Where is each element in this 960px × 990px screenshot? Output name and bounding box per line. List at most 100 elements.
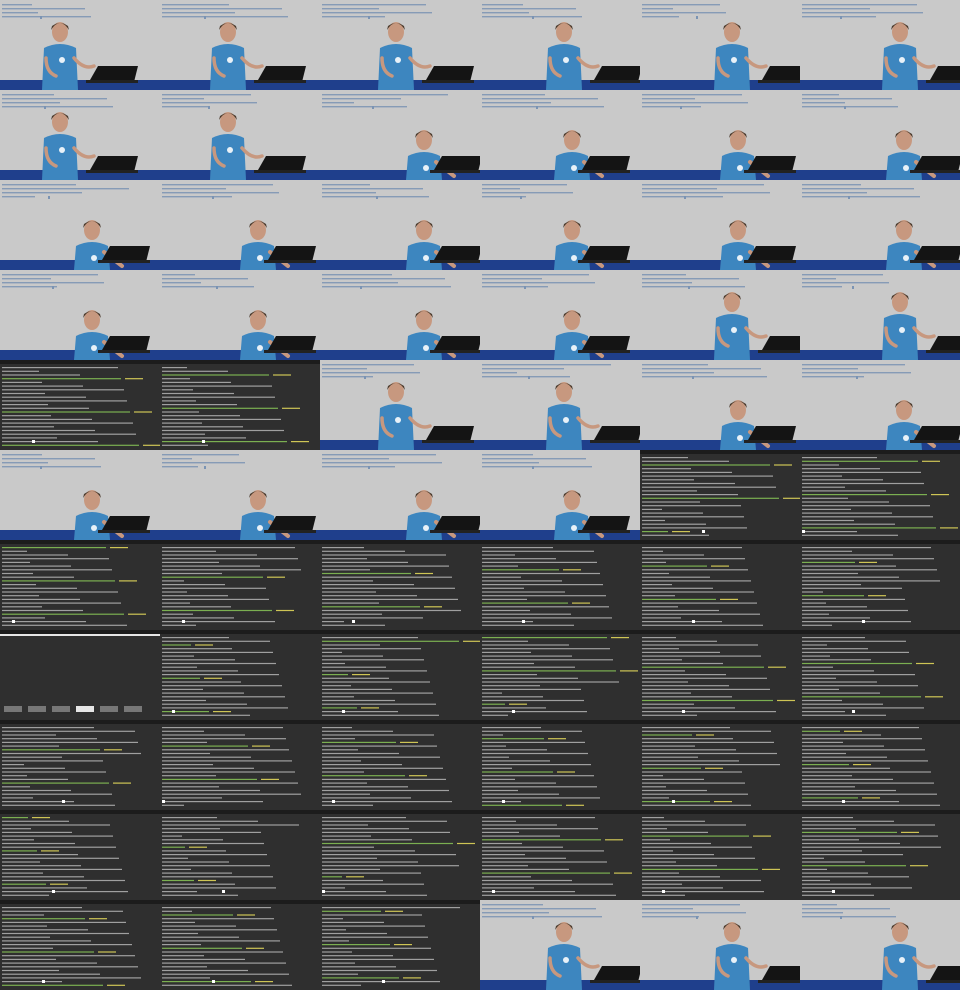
terminal-text-line	[802, 550, 852, 552]
screen-text-line	[482, 908, 596, 910]
terminal-text-line	[642, 550, 663, 552]
terminal-text-line	[482, 670, 616, 672]
terminal-text-line	[162, 861, 229, 863]
laptop	[914, 156, 960, 172]
terminal-titlebar	[320, 900, 480, 904]
terminal-titlebar	[160, 540, 320, 544]
laptop-base	[430, 350, 480, 353]
shirt-logo	[257, 345, 263, 351]
screen-text-line	[2, 102, 60, 104]
terminal-text-line	[162, 659, 235, 661]
terminal-text-line	[162, 400, 196, 402]
terminal-text-line	[322, 714, 439, 716]
terminal-text-line	[322, 925, 425, 927]
terminal-highlight	[844, 730, 862, 732]
video-frame-thumbnail	[160, 540, 320, 630]
terminal-text-line	[482, 865, 528, 867]
screen-text-line	[162, 462, 245, 464]
terminal-text-line	[162, 703, 247, 705]
terminal-text-line	[2, 378, 121, 380]
terminal-text-line	[2, 745, 59, 747]
screen-text-line	[802, 274, 883, 276]
laptop-base	[926, 980, 960, 983]
video-frame-thumbnail	[320, 540, 480, 630]
terminal-text-line	[162, 415, 240, 417]
terminal-text-line	[482, 711, 587, 713]
terminal-text-line	[2, 977, 141, 979]
terminal-titlebar	[0, 720, 160, 724]
terminal-text-line	[642, 789, 707, 792]
terminal-text-line	[642, 730, 771, 732]
terminal-text-line	[162, 411, 199, 413]
terminal-text-line	[642, 595, 675, 597]
video-frame-thumbnail	[480, 180, 640, 270]
video-frame-thumbnail	[800, 630, 960, 720]
terminal-text-line	[2, 955, 135, 957]
terminal-text-line	[642, 512, 703, 514]
terminal-text-line	[482, 640, 528, 642]
terminal-text-line	[642, 854, 714, 856]
shirt-logo	[59, 147, 65, 153]
laptop	[268, 336, 316, 352]
video-frame-thumbnail	[640, 180, 800, 270]
laptop	[434, 156, 480, 172]
terminal-text-line	[482, 655, 572, 657]
laptop	[748, 246, 796, 262]
terminal-text-line	[482, 707, 546, 709]
screen-text-line	[322, 282, 398, 284]
terminal-text-line	[482, 876, 531, 878]
terminal-highlight	[714, 801, 732, 803]
screen-text-line	[802, 12, 923, 14]
video-frame-thumbnail	[800, 0, 960, 90]
terminal-highlight	[931, 494, 949, 496]
video-frame-thumbnail	[0, 90, 160, 180]
screen-text-line	[2, 458, 95, 460]
terminal-text-line	[642, 486, 776, 488]
terminal-text-line	[802, 711, 845, 713]
terminal-text-line	[482, 699, 584, 702]
shirt-logo	[571, 255, 577, 261]
frame-image	[800, 540, 960, 630]
terminal-text-line	[642, 460, 729, 462]
terminal-text-line	[482, 591, 565, 593]
terminal-cursor	[842, 800, 845, 803]
terminal-text-line	[642, 692, 691, 694]
terminal-text-line	[162, 572, 222, 575]
terminal-text-line	[322, 894, 427, 896]
screen-text-line	[802, 16, 876, 18]
terminal-text-line	[322, 984, 361, 986]
terminal-text-line	[802, 831, 897, 833]
terminal-highlight	[276, 609, 294, 612]
terminal-text-line	[802, 756, 887, 758]
terminal-text-line	[2, 936, 50, 938]
terminal-text-line	[482, 587, 524, 589]
frame-image	[0, 0, 160, 90]
terminal-text-line	[162, 969, 248, 972]
video-frame-thumbnail	[800, 270, 960, 360]
terminal-text-line	[322, 666, 386, 668]
terminal-highlight	[195, 644, 213, 646]
terminal-highlight	[457, 842, 475, 845]
terminal-text-line	[482, 554, 515, 556]
menu-option	[100, 706, 118, 712]
screen-text-line	[642, 376, 767, 378]
screen-text-line	[482, 94, 545, 96]
video-frame-thumbnail	[0, 180, 160, 270]
terminal-text-line	[162, 831, 261, 833]
terminal-text-line	[642, 879, 761, 882]
terminal-text-line	[802, 703, 883, 705]
laptop	[748, 426, 796, 442]
terminal-text-line	[482, 752, 588, 755]
terminal-text-line	[162, 846, 185, 848]
terminal-text-line	[2, 973, 100, 975]
laptop	[434, 516, 480, 532]
terminal-text-line	[2, 576, 74, 578]
terminal-text-line	[162, 389, 193, 391]
video-frame-thumbnail	[800, 450, 960, 540]
terminal-highlight	[41, 850, 59, 852]
frame-image	[320, 270, 480, 360]
terminal-text-line	[802, 475, 842, 477]
terminal-text-line	[642, 894, 685, 896]
terminal-text-line	[162, 637, 229, 639]
terminal-text-line	[482, 637, 607, 639]
